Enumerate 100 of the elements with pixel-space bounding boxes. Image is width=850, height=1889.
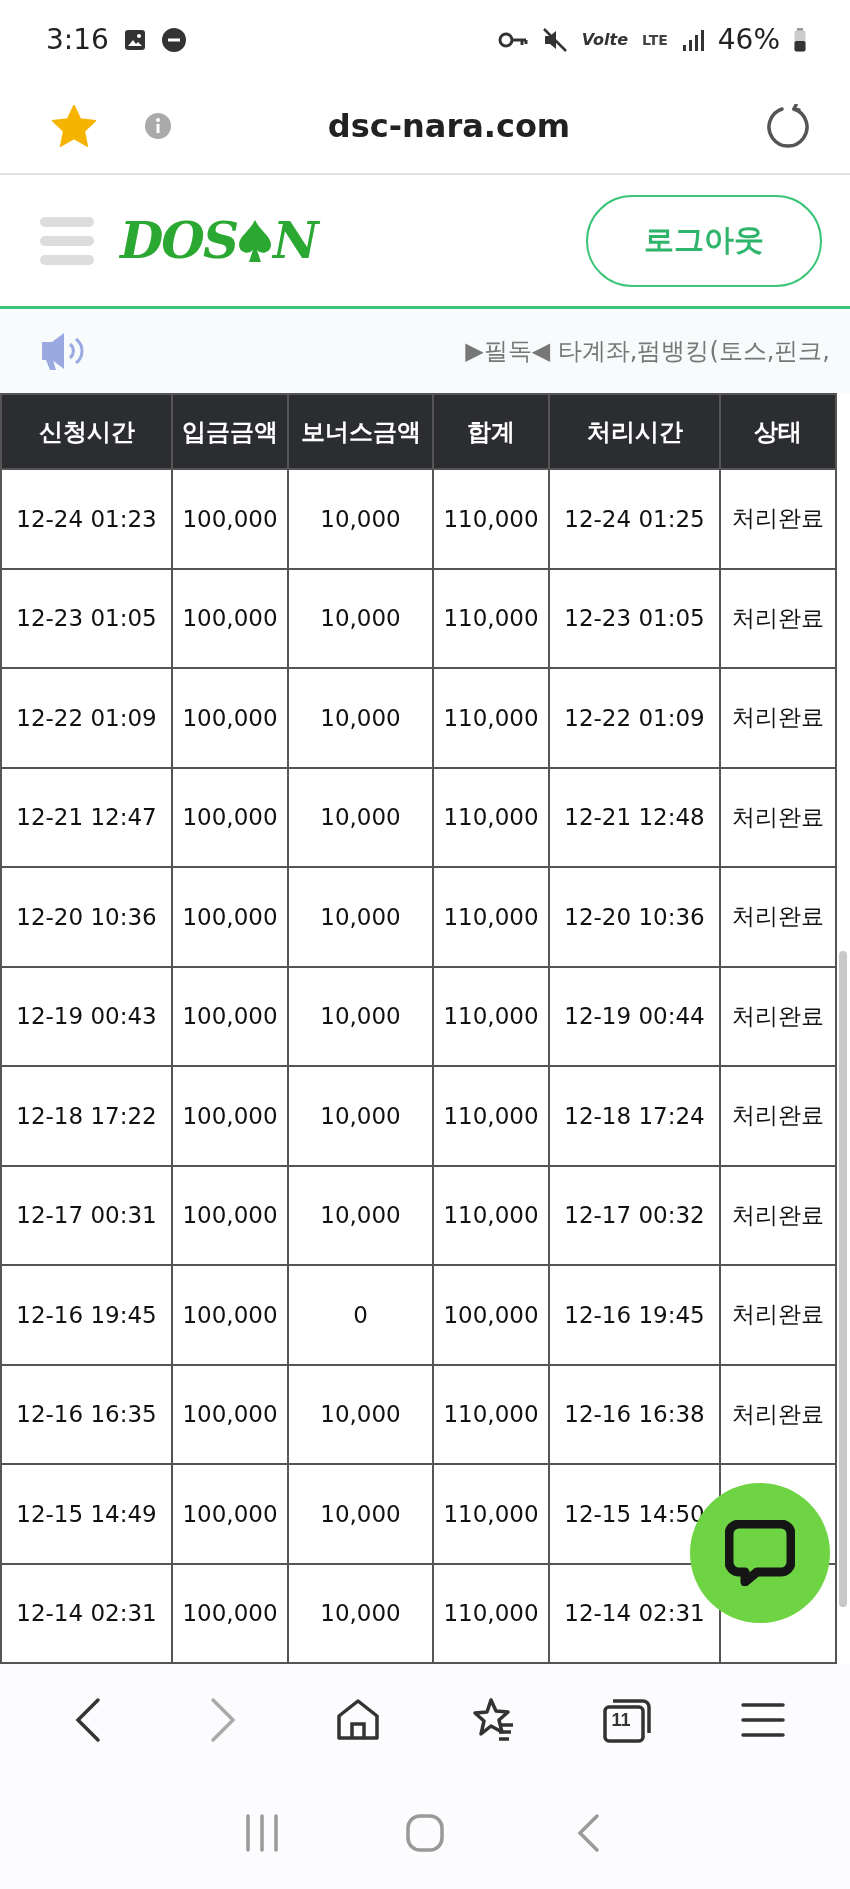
- column-header: 입금금액: [172, 394, 288, 470]
- tabs-button[interactable]: 11: [597, 1690, 658, 1751]
- table-cell: 100,000: [172, 668, 288, 768]
- table-cell: 10,000: [288, 1464, 433, 1564]
- column-header: 처리시간: [549, 394, 720, 470]
- notice-ticker: ▶필독◀ 타계좌,펌뱅킹(토스,핀크,: [464, 336, 830, 368]
- table-cell: 12-16 19:45: [1, 1265, 172, 1365]
- table-cell: 110,000: [433, 1066, 549, 1166]
- table-cell: 처리완료: [720, 469, 836, 569]
- table-cell: 100,000: [172, 1563, 288, 1664]
- table-cell: 110,000: [433, 1464, 549, 1564]
- three-lines-icon: [243, 1812, 280, 1853]
- muted-speaker-icon: [541, 26, 568, 53]
- table-cell: 처리완료: [720, 1364, 836, 1465]
- table-cell: 12-17 00:31: [1, 1165, 172, 1266]
- menu-icon: [740, 1702, 785, 1739]
- column-header: 상태: [720, 394, 836, 470]
- key-icon: [497, 30, 528, 49]
- table-cell: 처리완료: [720, 767, 836, 868]
- table-cell: 100,000: [172, 469, 288, 569]
- table-cell: 110,000: [433, 867, 549, 967]
- image-icon: [122, 27, 147, 52]
- table-cell: 12-16 19:45: [549, 1265, 720, 1365]
- table-cell: 12-18 17:24: [549, 1066, 720, 1166]
- table-cell: 12-22 01:09: [549, 668, 720, 768]
- column-header: 합계: [433, 394, 549, 470]
- signal-icon: [681, 28, 704, 51]
- url-text[interactable]: dsc-nara.com: [172, 107, 726, 146]
- table-cell: 12-14 02:31: [1, 1563, 172, 1664]
- table-cell: 12-23 01:05: [1, 568, 172, 669]
- table-cell: 12-23 01:05: [549, 568, 720, 669]
- table-cell: 12-19 00:43: [1, 966, 172, 1067]
- table-cell: 10,000: [288, 867, 433, 967]
- network-label: LTE: [642, 32, 668, 47]
- table-cell: 처리완료: [720, 1265, 836, 1365]
- table-cell: 10,000: [288, 469, 433, 569]
- table-cell: 100,000: [172, 767, 288, 868]
- table-cell: 12-21 12:48: [549, 767, 720, 868]
- info-icon[interactable]: [144, 112, 172, 141]
- battery-percent: 46%: [717, 23, 780, 57]
- table-cell: 10,000: [288, 1364, 433, 1465]
- table-cell: 110,000: [433, 1364, 549, 1465]
- house-icon: [335, 1698, 380, 1743]
- table-cell: 110,000: [433, 668, 549, 768]
- chevron-left-icon: [576, 1812, 601, 1853]
- table-cell: 100,000: [172, 1265, 288, 1365]
- table-cell: 100,000: [172, 1364, 288, 1465]
- table-cell: 100,000: [172, 1464, 288, 1564]
- table-cell: 10,000: [288, 568, 433, 669]
- table-cell: 12-20 10:36: [549, 867, 720, 967]
- table-cell: 100,000: [172, 568, 288, 669]
- table-cell: 100,000: [172, 966, 288, 1067]
- table-cell: 12-15 14:49: [1, 1464, 172, 1564]
- table-cell: 12-16 16:35: [1, 1364, 172, 1465]
- table-cell: 10,000: [288, 966, 433, 1067]
- table-cell: 10,000: [288, 1563, 433, 1664]
- table-cell: 12-17 00:32: [549, 1165, 720, 1266]
- table-cell: 100,000: [433, 1265, 549, 1365]
- table-cell: 10,000: [288, 1066, 433, 1166]
- speech-bubble-icon: [725, 1520, 795, 1586]
- table-cell: 12-19 00:44: [549, 966, 720, 1067]
- table-cell: 110,000: [433, 469, 549, 569]
- table-cell: 처리완료: [720, 867, 836, 967]
- table-cell: 0: [288, 1265, 433, 1365]
- table-cell: 110,000: [433, 966, 549, 1067]
- table-cell: 처리완료: [720, 1066, 836, 1166]
- table-cell: 10,000: [288, 767, 433, 868]
- table-cell: 110,000: [433, 767, 549, 868]
- battery-icon: [794, 27, 806, 52]
- logo-text: DOS: [120, 211, 238, 271]
- table-cell: 110,000: [433, 1563, 549, 1664]
- table-cell: 12-20 10:36: [1, 867, 172, 967]
- table-cell: 처리완료: [720, 568, 836, 669]
- tabs-icon: [602, 1697, 653, 1744]
- volte-label: Volte: [581, 30, 629, 50]
- table-cell: 110,000: [433, 1165, 549, 1266]
- table-cell: 12-22 01:09: [1, 668, 172, 768]
- table-cell: 12-24 01:25: [549, 469, 720, 569]
- table-cell: 100,000: [172, 867, 288, 967]
- table-cell: 처리완료: [720, 668, 836, 768]
- reload-icon[interactable]: [766, 104, 810, 149]
- table-cell: 12-21 12:47: [1, 767, 172, 868]
- column-header: 신청시간: [1, 394, 172, 470]
- table-cell: 12-18 17:22: [1, 1066, 172, 1166]
- table-cell: 처리완료: [720, 1165, 836, 1266]
- table-cell: 100,000: [172, 1165, 288, 1266]
- rounded-square-icon: [405, 1812, 445, 1853]
- table-cell: 10,000: [288, 1165, 433, 1266]
- clock-time: 3:16: [46, 23, 109, 57]
- table-cell: 110,000: [433, 568, 549, 669]
- chevron-right-icon: [208, 1697, 237, 1744]
- table-cell: 12-24 01:23: [1, 469, 172, 569]
- table-cell: 10,000: [288, 668, 433, 768]
- star-icon[interactable]: [52, 105, 96, 148]
- scrollbar-thumb[interactable]: [839, 951, 847, 1607]
- table-cell: 12-16 16:38: [549, 1364, 720, 1465]
- chevron-left-icon: [73, 1697, 102, 1744]
- do-not-disturb-icon: [160, 26, 187, 53]
- table-cell: 처리완료: [720, 966, 836, 1067]
- column-header: 보너스금액: [288, 394, 433, 470]
